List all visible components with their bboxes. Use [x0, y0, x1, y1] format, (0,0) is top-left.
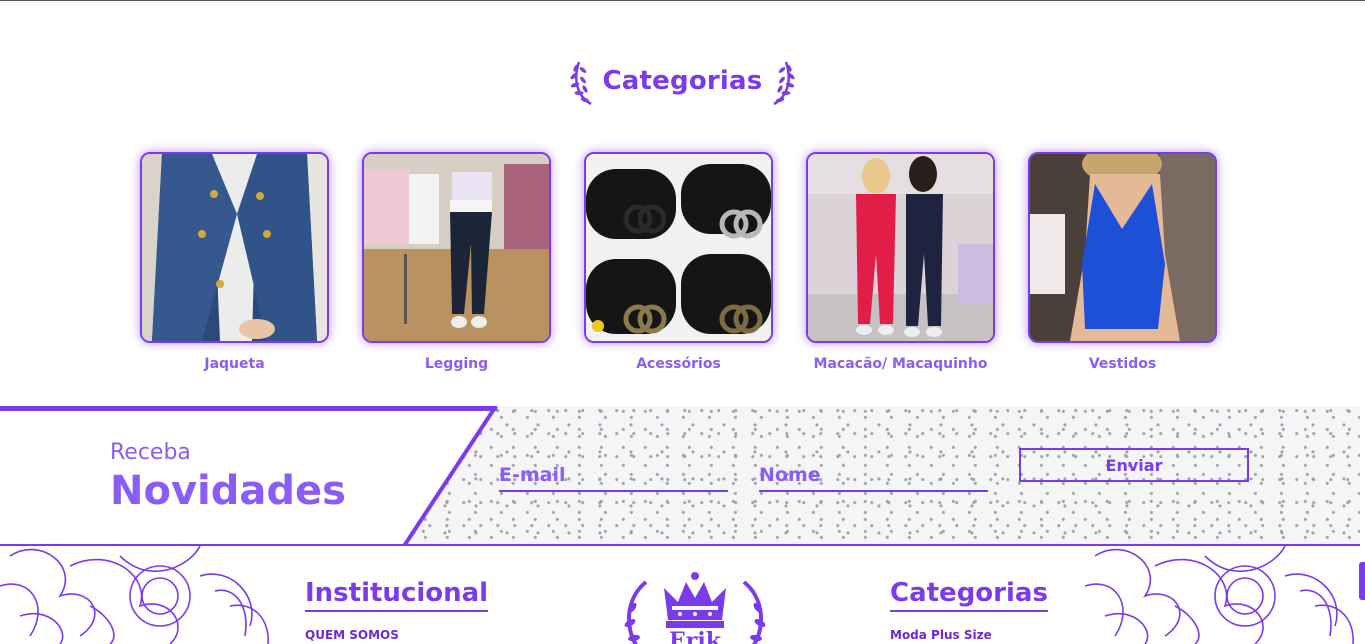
top-divider: [0, 0, 1365, 1]
submit-button[interactable]: Enviar: [1019, 448, 1249, 482]
flower-right-icon: [1085, 546, 1354, 644]
newsletter-title: Novidades: [110, 468, 346, 514]
category-label[interactable]: Legging: [425, 356, 488, 372]
category-image-jaqueta[interactable]: [140, 152, 329, 343]
category-label[interactable]: Macacão/ Macaquinho: [814, 356, 988, 372]
footer: Institucional QUEM SOMOS Erik Categorias…: [0, 546, 1365, 644]
category-card-legging[interactable]: Legging: [362, 152, 551, 372]
category-image-vestidos[interactable]: [1028, 152, 1217, 343]
name-input[interactable]: [759, 460, 988, 490]
category-image-legging[interactable]: [362, 152, 551, 343]
category-card-jaqueta[interactable]: Jaqueta: [140, 152, 329, 372]
category-card-macacao[interactable]: Macacão/ Macaquinho: [806, 152, 995, 372]
side-scroll-tab[interactable]: [1359, 562, 1365, 600]
categories-header: Categorias: [0, 56, 1365, 106]
newsletter-top-stripe: [0, 406, 497, 411]
email-field[interactable]: [499, 460, 728, 492]
about-link[interactable]: QUEM SOMOS: [305, 628, 399, 642]
page: Categorias Jaqueta Legging Acessórios Ma…: [0, 0, 1365, 644]
footer-categories-title: Categorias: [890, 578, 1048, 612]
laurel-left-icon: [569, 61, 592, 106]
name-field[interactable]: [759, 460, 988, 492]
category-label[interactable]: Acessórios: [636, 356, 721, 372]
email-input[interactable]: [499, 460, 728, 490]
newsletter-section: Receba Novidades Enviar: [0, 406, 1360, 546]
category-image-macacao[interactable]: [806, 152, 995, 343]
laurel-right-icon: [773, 61, 796, 106]
category-card-vestidos[interactable]: Vestidos: [1028, 152, 1217, 372]
category-label[interactable]: Jaqueta: [204, 356, 264, 372]
institutional-title: Institucional: [305, 578, 489, 612]
categories-title: Categorias: [602, 66, 763, 96]
category-image-acessorios[interactable]: [584, 152, 773, 343]
category-list: Jaqueta Legging Acessórios Macacão/ Maca…: [140, 152, 1217, 372]
plus-size-link[interactable]: Moda Plus Size: [890, 628, 992, 642]
category-label[interactable]: Vestidos: [1089, 356, 1156, 372]
newsletter-pretitle: Receba: [110, 440, 191, 465]
category-card-acessorios[interactable]: Acessórios: [584, 152, 773, 372]
brand-logo[interactable]: Erik: [620, 568, 770, 644]
flower-left-icon: [0, 546, 269, 644]
logo-text: Erik: [669, 628, 722, 644]
